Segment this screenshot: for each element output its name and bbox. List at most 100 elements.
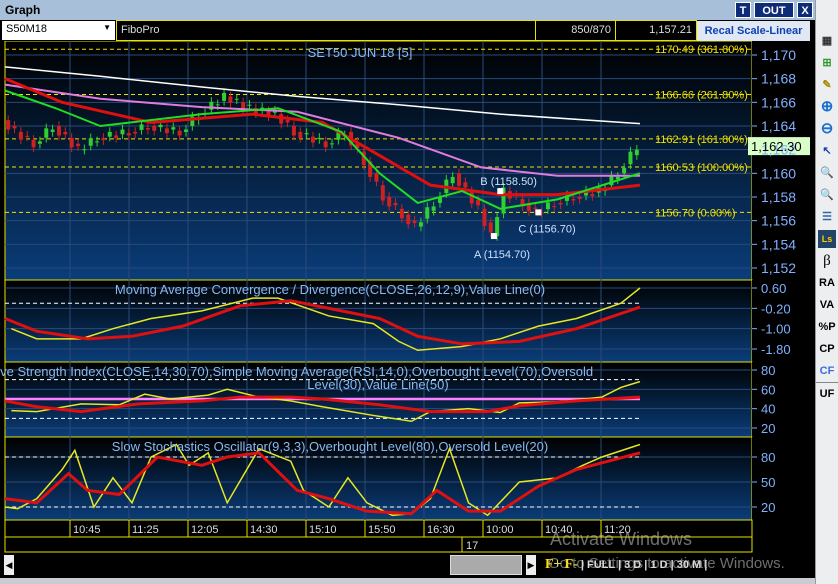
y-tick-label: 1,152 (761, 260, 796, 276)
candle (482, 208, 487, 226)
fibo-level-label: 1162.91 (161.80%) (655, 134, 748, 146)
chart-area[interactable]: 1,170 1,168 1,166 1,164 1,162 1,160 1,158 1,156… (0, 40, 815, 553)
candle (476, 199, 481, 206)
panel-title-cont: Level(30),Value Line(50) (307, 377, 448, 392)
status-strip (0, 578, 815, 584)
candle (247, 104, 252, 106)
sidebar-va[interactable]: VA (816, 294, 838, 316)
table-icon[interactable]: ▦ (816, 30, 838, 52)
out-button[interactable]: OUT (754, 2, 794, 18)
sidebar-uf[interactable]: UF (816, 382, 838, 404)
candle (330, 143, 335, 145)
candle (12, 126, 17, 129)
sidebar-cf[interactable]: CF (816, 360, 838, 382)
candle (298, 131, 303, 138)
edit-icon[interactable]: ✎ (816, 74, 838, 96)
sidebar-ra[interactable]: RA (816, 272, 838, 294)
magnify-out-icon[interactable]: 🔍 (816, 184, 838, 206)
add-chart-icon[interactable]: ⊞ (816, 52, 838, 74)
candle (95, 141, 100, 143)
candle (412, 220, 417, 224)
candle (545, 202, 550, 210)
candle (76, 143, 81, 147)
candle (145, 127, 150, 130)
candle (463, 182, 468, 188)
zoom-plus-icon[interactable]: ⊕ (816, 96, 838, 118)
chevron-down-icon[interactable]: ▼ (103, 23, 111, 32)
scroll-thumb[interactable] (450, 555, 522, 575)
fibo-point-A (490, 233, 497, 240)
y-tick-label: 60 (761, 382, 775, 397)
price-readout: 1,157.21 (615, 20, 697, 41)
sidebar-percent-p[interactable]: %P (816, 316, 838, 338)
fibo-point-label: C (1156.70) (518, 223, 575, 235)
time-label: 15:50 (368, 524, 396, 536)
y-tick-label: 1,158 (761, 189, 796, 205)
y-tick-label: 80 (761, 450, 775, 465)
sidebar-cp[interactable]: CP (816, 338, 838, 360)
candle (222, 92, 227, 101)
candle (634, 149, 639, 156)
y-tick-label: 20 (761, 421, 775, 436)
candle (317, 137, 322, 140)
candle (37, 141, 42, 144)
y-tick-label: 1,156 (761, 213, 796, 229)
fibo-point-label: B (1158.50) (480, 176, 537, 188)
symbol-value: S50M18 (6, 23, 47, 35)
candle (310, 136, 315, 143)
zoom-minus-icon[interactable]: ⊖ (816, 118, 838, 140)
candle (18, 131, 23, 140)
candle (406, 214, 411, 225)
time-label: 15:10 (309, 524, 337, 536)
time-label: 12:05 (191, 524, 219, 536)
y-tick-label: 40 (761, 402, 775, 417)
watermark-line1: Activate Windows (550, 529, 693, 549)
list-icon[interactable]: ☰ (816, 206, 838, 228)
candle (171, 127, 176, 130)
candle (6, 120, 11, 130)
candle (590, 194, 595, 197)
time-label: 10:45 (73, 524, 101, 536)
y-tick-label: 1,164 (761, 118, 796, 134)
candle (304, 133, 309, 135)
candle (622, 167, 627, 174)
last-price-label: 1,162.30 (751, 139, 802, 154)
cursor-icon[interactable]: ↖ (816, 140, 838, 162)
candle (82, 149, 87, 151)
close-button[interactable]: X (797, 2, 813, 18)
y-tick-label: 0.60 (761, 281, 786, 296)
panel-title: Slow Stochastics Oscillator(9,3,3),Overb… (112, 439, 548, 454)
candle (558, 202, 563, 205)
beta-icon[interactable]: β (816, 250, 838, 272)
fibo-level-label: 1170.49 (361.80%) (655, 44, 748, 56)
candle (628, 151, 633, 165)
fibo-point-C (535, 209, 542, 216)
time-label: 11:25 (132, 524, 159, 536)
candle (107, 131, 112, 137)
symbol-select[interactable]: S50M18 ▼ (2, 21, 115, 40)
fibo-level-label: 1160.53 (100.00%) (655, 162, 748, 174)
candle (63, 131, 68, 135)
candle (425, 207, 430, 219)
y-tick-label: 50 (761, 475, 775, 490)
candle (285, 120, 290, 123)
candle (183, 129, 188, 132)
scroll-bar[interactable]: ◀ ▶ F+ F- | FULL | 3 D | 1 D | 30 M | Go… (0, 553, 815, 578)
magnify-in-icon[interactable]: 🔍 (816, 162, 838, 184)
window-title: Graph (5, 3, 41, 17)
candle (393, 202, 398, 206)
chart-svg[interactable]: 1,1701,1681,1661,1641,1621,1601,1581,156… (0, 40, 815, 553)
candle (374, 173, 379, 182)
recal-scale-button[interactable]: Recal Scale-Linear (697, 21, 810, 41)
candle (291, 126, 296, 136)
candle (450, 176, 455, 184)
panel-title: Moving Average Convergence / Divergence(… (115, 282, 545, 297)
t-button[interactable]: T (735, 2, 751, 18)
ls-icon[interactable]: Ls (818, 230, 836, 248)
toolbar: S50M18 ▼ FiboPro 850/870 1,157.21 Recal S… (0, 20, 815, 41)
candle (469, 191, 474, 204)
candle (234, 98, 239, 100)
scroll-left-button[interactable]: ◀ (4, 555, 14, 575)
scroll-right-button[interactable]: ▶ (526, 555, 536, 575)
candle (120, 129, 125, 135)
